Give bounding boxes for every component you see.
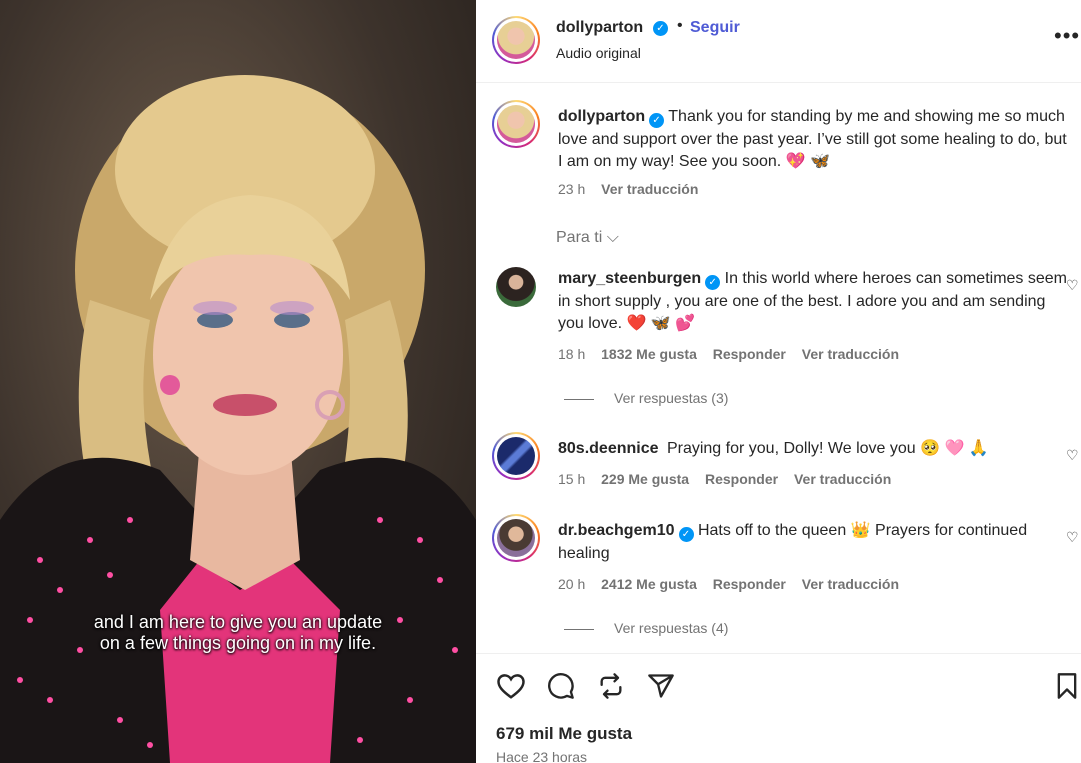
comment-text-block: mary_steenburgen ✓ In this world where he… bbox=[558, 268, 1068, 336]
comment-username[interactable]: mary_steenburgen bbox=[558, 270, 701, 287]
comment-text-block: dr.beachgem10 ✓ Hats off to the queen 👑 P… bbox=[558, 520, 1068, 565]
post-details-panel: dollyparton ✓ • Seguir Audio original ••… bbox=[476, 0, 1081, 763]
video-subtitle: and I am here to give you an update on a… bbox=[0, 612, 476, 654]
comment-username[interactable]: 80s.deennice bbox=[558, 440, 659, 457]
replies-divider bbox=[564, 398, 594, 400]
comment-username[interactable]: dr.beachgem10 bbox=[558, 522, 675, 539]
comment-like-heart-icon[interactable]: ♡ bbox=[1066, 447, 1079, 464]
like-heart-icon[interactable] bbox=[496, 672, 526, 700]
comment-meta: 20 h 2412 Me gusta Responder Ver traducc… bbox=[558, 576, 911, 592]
comment-meta: 18 h 1832 Me gusta Responder Ver traducc… bbox=[558, 346, 911, 362]
audio-label[interactable]: Audio original bbox=[556, 45, 641, 61]
chevron-down-icon: ⌵ bbox=[606, 229, 619, 246]
comment-meta: 15 h 229 Me gusta Responder Ver traducci… bbox=[558, 471, 903, 487]
repost-icon[interactable] bbox=[597, 672, 625, 700]
translate-link[interactable]: Ver traducción bbox=[794, 471, 891, 487]
post-video[interactable]: and I am here to give you an update on a… bbox=[0, 0, 476, 763]
comment-likes[interactable]: 1832 Me gusta bbox=[601, 346, 697, 362]
share-send-icon[interactable] bbox=[647, 672, 675, 700]
verified-badge-icon: ✓ bbox=[678, 527, 694, 542]
caption-meta: 23 h Ver traducción bbox=[558, 181, 710, 197]
commenter-avatar[interactable] bbox=[496, 267, 536, 307]
verified-badge-icon: ✓ bbox=[649, 113, 665, 128]
caption-time[interactable]: 23 h bbox=[558, 181, 585, 197]
subtitle-line-1: and I am here to give you an update bbox=[93, 612, 383, 632]
save-bookmark-icon[interactable] bbox=[1055, 672, 1079, 700]
author-username[interactable]: dollyparton bbox=[556, 19, 643, 37]
caption-translate-link[interactable]: Ver traducción bbox=[601, 181, 698, 197]
comment-likes[interactable]: 229 Me gusta bbox=[601, 471, 689, 487]
replies-divider bbox=[564, 628, 594, 630]
comment-time[interactable]: 20 h bbox=[558, 576, 585, 592]
follow-button[interactable]: Seguir bbox=[690, 19, 740, 37]
commenter-avatar[interactable] bbox=[492, 514, 540, 562]
view-replies-button[interactable]: Ver respuestas (3) bbox=[564, 390, 728, 406]
translate-link[interactable]: Ver traducción bbox=[802, 346, 899, 362]
comment-time[interactable]: 18 h bbox=[558, 346, 585, 362]
verified-badge-icon: ✓ bbox=[705, 275, 721, 290]
post-actions-bar: 679 mil Me gusta Hace 23 horas bbox=[476, 653, 1081, 763]
comment-text-block: 80s.deennice Praying for you, Dolly! We … bbox=[558, 438, 1068, 461]
reply-button[interactable]: Responder bbox=[705, 471, 778, 487]
comment-likes[interactable]: 2412 Me gusta bbox=[601, 576, 697, 592]
reply-button[interactable]: Responder bbox=[713, 346, 786, 362]
comment-like-heart-icon[interactable]: ♡ bbox=[1066, 277, 1079, 294]
commenter-avatar[interactable] bbox=[492, 432, 540, 480]
post-likes-count[interactable]: 679 mil Me gusta bbox=[496, 724, 632, 744]
verified-badge-icon: ✓ bbox=[653, 21, 668, 36]
comment-like-heart-icon[interactable]: ♡ bbox=[1066, 529, 1079, 546]
view-replies-label: Ver respuestas (4) bbox=[614, 620, 729, 636]
post-timestamp[interactable]: Hace 23 horas bbox=[496, 749, 587, 763]
more-options-icon[interactable]: ••• bbox=[1054, 25, 1080, 47]
sort-label: Para ti bbox=[556, 229, 603, 246]
author-avatar[interactable] bbox=[492, 16, 540, 64]
subtitle-line-2: on a few things going on in my life. bbox=[99, 633, 377, 653]
comment-bubble-icon[interactable] bbox=[547, 672, 575, 700]
sort-dropdown[interactable]: Para ti ⌵ bbox=[556, 229, 619, 247]
separator-dot: • bbox=[677, 17, 683, 34]
caption-avatar[interactable] bbox=[492, 100, 540, 148]
view-replies-label: Ver respuestas (3) bbox=[614, 390, 729, 406]
post-header: dollyparton ✓ • Seguir Audio original ••… bbox=[476, 0, 1081, 83]
comment-text: Praying for you, Dolly! We love you 🥺 🩷 … bbox=[666, 440, 989, 457]
caption-username[interactable]: dollyparton bbox=[558, 108, 645, 125]
view-replies-button[interactable]: Ver respuestas (4) bbox=[564, 620, 728, 636]
reply-button[interactable]: Responder bbox=[713, 576, 786, 592]
caption-text-block: dollyparton ✓ Thank you for standing by m… bbox=[558, 106, 1068, 174]
translate-link[interactable]: Ver traducción bbox=[802, 576, 899, 592]
comment-time[interactable]: 15 h bbox=[558, 471, 585, 487]
